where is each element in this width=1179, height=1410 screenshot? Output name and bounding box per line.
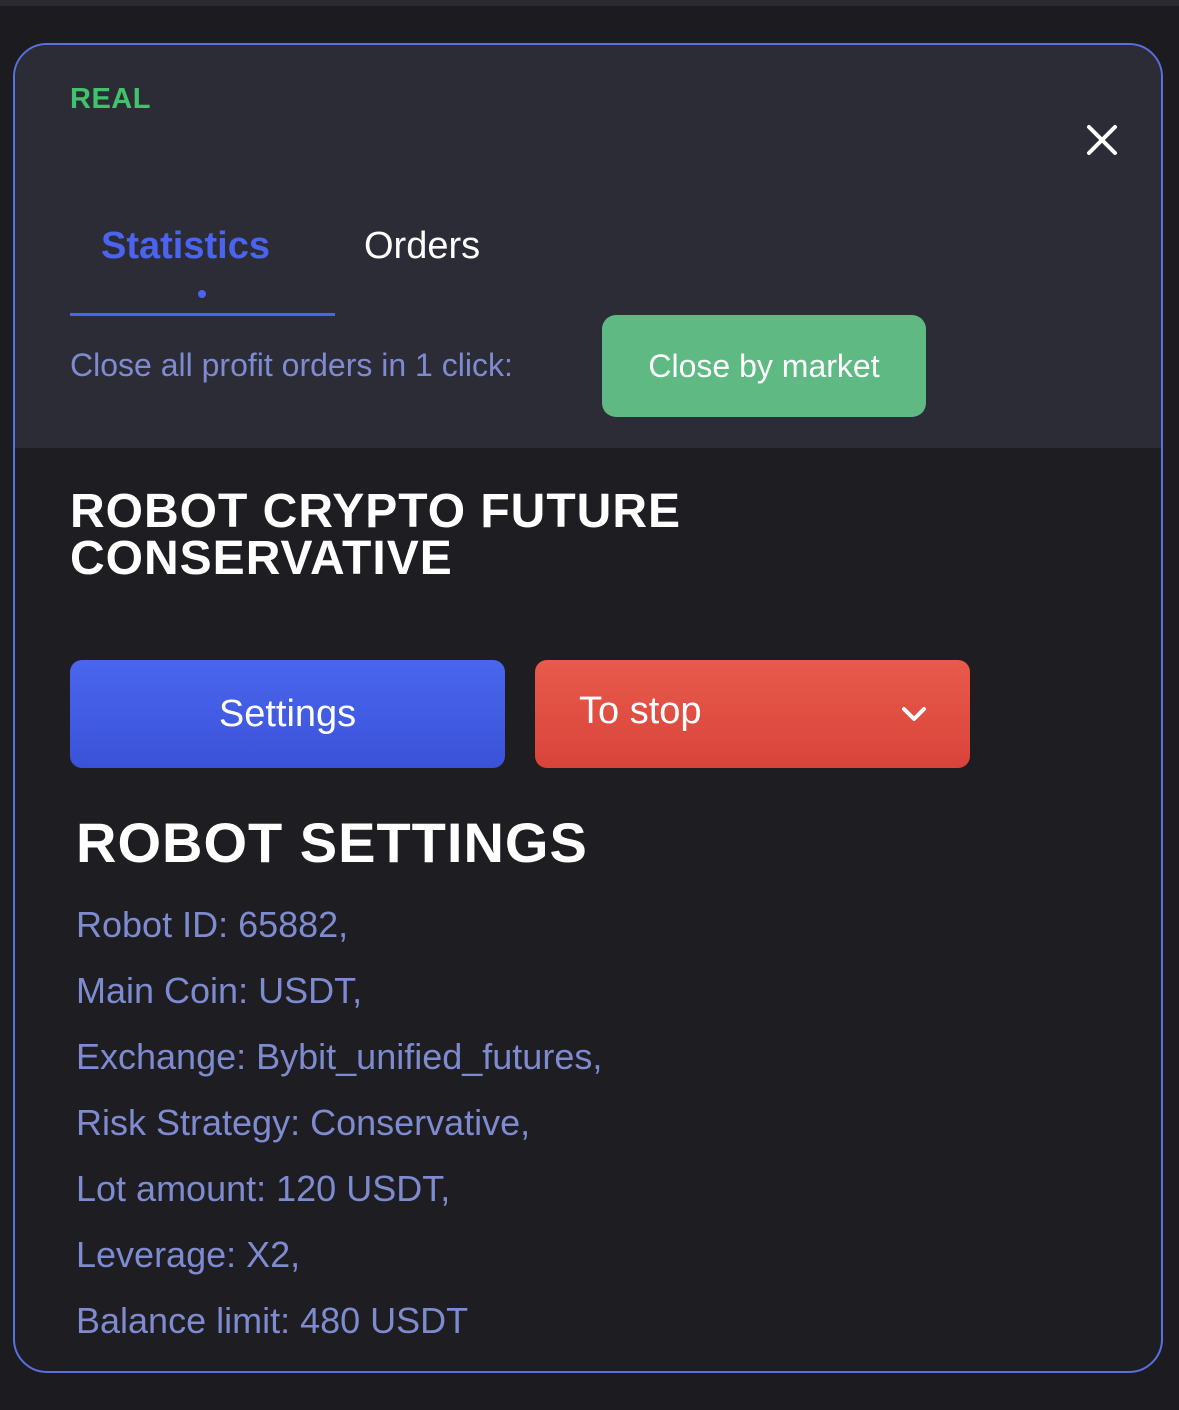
tab-orders[interactable]: Orders bbox=[364, 225, 480, 268]
robot-settings-list: Robot ID: 65882, Main Coin: USDT, Exchan… bbox=[76, 903, 602, 1365]
robot-settings-title: ROBOT SETTINGS bbox=[76, 811, 588, 874]
settings-button[interactable]: Settings bbox=[70, 660, 505, 768]
stop-dropdown-button[interactable]: To stop bbox=[535, 660, 970, 768]
account-mode-badge: REAL bbox=[70, 83, 151, 115]
robot-title-line2: CONSERVATIVE bbox=[70, 532, 453, 585]
close-icon bbox=[1087, 125, 1117, 155]
active-tab-underline bbox=[70, 313, 335, 316]
close-by-market-button[interactable]: Close by market bbox=[602, 315, 926, 417]
setting-lot-amount: Lot amount: 120 USDT, bbox=[76, 1168, 451, 1209]
tab-bar: Statistics Orders bbox=[70, 225, 570, 317]
setting-exchange: Exchange: Bybit_unified_futures, bbox=[76, 1036, 603, 1077]
robot-title-line1: ROBOT CRYPTO FUTURE bbox=[70, 485, 682, 538]
setting-balance-limit: Balance limit: 480 USDT bbox=[76, 1300, 469, 1341]
chevron-down-icon bbox=[902, 707, 926, 721]
close-all-label: Close all profit orders in 1 click: bbox=[70, 347, 513, 383]
stop-button-label: To stop bbox=[579, 690, 702, 732]
setting-leverage: Leverage: X2, bbox=[76, 1234, 301, 1275]
active-tab-dot bbox=[198, 290, 206, 298]
setting-main-coin: Main Coin: USDT, bbox=[76, 970, 363, 1011]
setting-risk-strategy: Risk Strategy: Conservative, bbox=[76, 1102, 531, 1143]
tab-statistics[interactable]: Statistics bbox=[101, 225, 270, 268]
close-button[interactable] bbox=[1077, 115, 1127, 165]
robot-modal: REAL Statistics Orders Close all profit … bbox=[13, 43, 1163, 1373]
setting-robot-id: Robot ID: 65882, bbox=[76, 904, 349, 945]
top-bar bbox=[0, 0, 1179, 6]
robot-title: ROBOT CRYPTO FUTURE CONSERVATIVE bbox=[70, 485, 970, 585]
